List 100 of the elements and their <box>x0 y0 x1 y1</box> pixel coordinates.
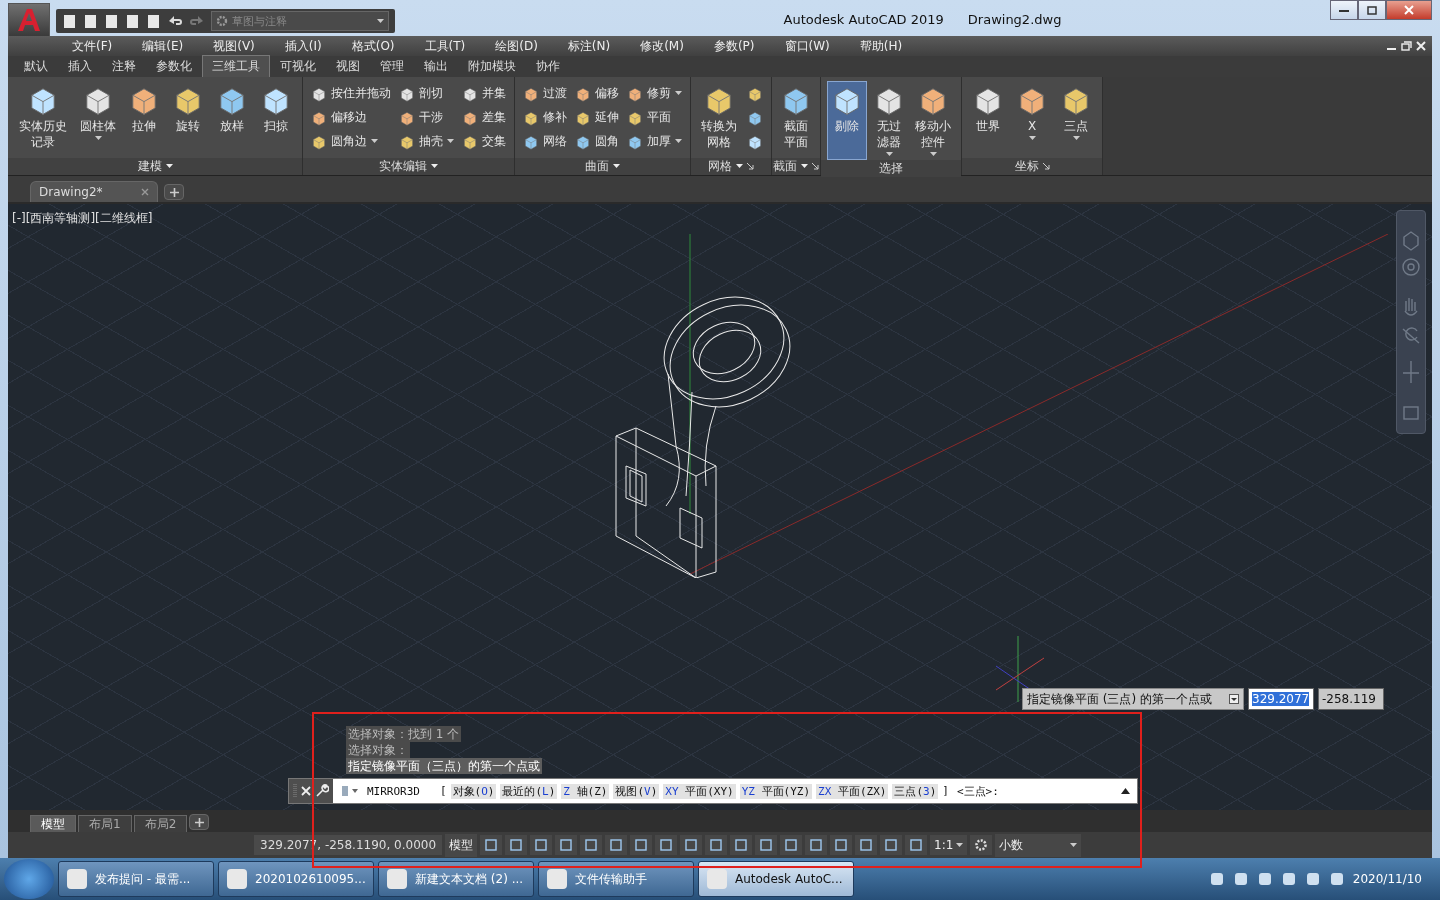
ribbon-small-button[interactable]: 交集 <box>460 131 508 152</box>
command-option[interactable]: XY 平面(XY) <box>663 783 736 799</box>
taskbar-button[interactable]: 文件传输助手 <box>538 861 694 897</box>
taskbar-button[interactable]: 新建文本文档 (2) ... <box>378 861 534 897</box>
command-option[interactable]: 三点(3) <box>892 783 939 799</box>
start-button[interactable] <box>4 859 54 899</box>
ribbon-tab[interactable]: 参数化 <box>146 55 202 77</box>
command-option[interactable]: ZX 平面(ZX) <box>816 783 889 799</box>
units-dropdown[interactable]: 小数 <box>995 833 1082 857</box>
ribbon-small-button[interactable]: 剖切 <box>397 83 456 104</box>
new-layout-button[interactable] <box>189 814 210 830</box>
ribbon-small-button[interactable]: 偏移 <box>573 83 621 104</box>
tray-icon[interactable] <box>1208 871 1225 887</box>
tray-icon[interactable] <box>1232 871 1249 887</box>
menu-item[interactable]: 格式(O) <box>341 37 405 55</box>
ribbon-button[interactable]: 扫掠 <box>256 81 296 158</box>
ribbon-button[interactable]: 转换为网格 <box>697 81 741 158</box>
ribbon-tab[interactable]: 三维工具 <box>202 55 270 77</box>
ribbon-button[interactable]: 三点 <box>1056 81 1096 158</box>
command-option[interactable]: 最近的(L) <box>500 783 558 799</box>
settings-button[interactable] <box>315 784 329 798</box>
ribbon-button[interactable]: 截面平面 <box>778 81 814 158</box>
x-coordinate-field[interactable]: 329.2077 <box>1248 688 1314 710</box>
document-tab[interactable]: Drawing2* <box>30 181 158 202</box>
restore-icon[interactable] <box>1401 41 1412 51</box>
redo-icon[interactable] <box>189 14 205 28</box>
menu-item[interactable]: 绘图(D) <box>485 37 548 55</box>
layout-tab[interactable]: 布局2 <box>133 815 188 832</box>
ribbon-button[interactable]: 移动小控件 <box>911 81 955 160</box>
menu-item[interactable]: 参数(P) <box>703 37 765 55</box>
tray-icon[interactable] <box>1280 871 1297 887</box>
taskbar-button[interactable]: 2020102610095... <box>218 861 374 897</box>
ribbon-tab[interactable]: 视图 <box>326 55 370 77</box>
new-tab-button[interactable] <box>164 184 184 200</box>
document-icon[interactable] <box>83 13 98 29</box>
layout-tab[interactable]: 模型 <box>30 815 76 832</box>
menu-item[interactable]: 插入(I) <box>274 37 332 55</box>
menu-item[interactable]: 工具(T) <box>414 37 476 55</box>
drawing-viewport[interactable]: [-][西南等轴测][二维线框] 指定镜像平面 (三点) 的第一个点或 329.2077 -258.119 选择对象：找到 1 个 选择对象： 指定镜像平面（三点）的第一个点或 MIRROR3D [ 对象(O) 最近的(L) Z 轴(Z) 视图(V) XY 平面(XY) YZ 平面(YZ) ZX 平面(ZX) 三点(3) ] <三点>: <box>8 204 1432 810</box>
ribbon-tab[interactable]: 输出 <box>414 55 458 77</box>
document-icon[interactable] <box>62 13 77 29</box>
ribbon-small-button[interactable]: 平面 <box>625 107 684 128</box>
undo-icon[interactable] <box>167 14 183 28</box>
launcher-arrow-icon[interactable] <box>1042 163 1050 170</box>
command-option[interactable]: YZ 平面(YZ) <box>739 783 813 799</box>
ribbon-button[interactable]: 实体历史记录 <box>14 81 72 158</box>
model-space-button[interactable]: 模型 <box>445 833 478 857</box>
document-icon[interactable] <box>146 13 161 29</box>
ribbon-button[interactable]: 放样 <box>212 81 252 158</box>
menu-item[interactable]: 标注(N) <box>557 37 621 55</box>
menu-item[interactable]: 帮助(H) <box>849 37 913 55</box>
ribbon-small-button[interactable]: 延伸 <box>573 107 621 128</box>
ribbon-small-button[interactable]: 按住并拖动 <box>309 83 393 104</box>
ribbon-tab[interactable]: 插入 <box>58 55 102 77</box>
caret-up-icon[interactable] <box>1121 787 1131 795</box>
ribbon-tab[interactable]: 默认 <box>14 55 58 77</box>
application-menu-button[interactable] <box>8 3 50 37</box>
settings-button[interactable] <box>970 835 993 855</box>
ribbon-small-button[interactable]: 修补 <box>521 107 569 128</box>
ribbon-tab[interactable]: 注释 <box>102 55 146 77</box>
ribbon-small-button[interactable]: 抽壳 <box>397 131 456 152</box>
launcher-arrow-icon[interactable] <box>812 163 819 170</box>
menu-item[interactable]: 编辑(E) <box>132 37 194 55</box>
ribbon-small-button[interactable]: 圆角 <box>573 131 621 152</box>
ribbon-button[interactable]: X <box>1012 81 1052 158</box>
ribbon-small-button[interactable]: 干涉 <box>397 107 456 128</box>
ribbon-tab[interactable]: 可视化 <box>270 55 326 77</box>
panel-title[interactable]: 网格 <box>708 158 732 175</box>
ribbon-tab[interactable]: 协作 <box>526 55 570 77</box>
ribbon-small-button[interactable]: 网络 <box>521 131 569 152</box>
close-button[interactable] <box>1386 0 1432 20</box>
panel-title[interactable]: 实体编辑 <box>379 158 427 175</box>
menu-item[interactable]: 窗口(W) <box>774 37 840 55</box>
panel-title[interactable]: 建模 <box>137 158 162 175</box>
ribbon-tab[interactable]: 附加模块 <box>458 55 526 77</box>
maximize-button[interactable] <box>1358 0 1386 20</box>
ribbon-small-button[interactable]: 差集 <box>460 107 508 128</box>
ribbon-button[interactable]: 旋转 <box>168 81 208 158</box>
panel-title[interactable]: 坐标 <box>1014 158 1039 175</box>
menu-item[interactable]: 文件(F) <box>62 37 123 55</box>
ribbon-small-button[interactable]: 并集 <box>460 83 508 104</box>
ribbon-small-button[interactable]: 过渡 <box>521 83 569 104</box>
command-option[interactable]: 视图(V) <box>613 783 660 799</box>
tray-icon[interactable] <box>1328 871 1345 887</box>
command-icon[interactable] <box>341 785 359 797</box>
taskbar-button[interactable]: 发布提问 - 最需... <box>58 861 214 897</box>
ribbon-tab[interactable]: 管理 <box>370 55 414 77</box>
panel-title[interactable]: 选择 <box>879 160 903 177</box>
menu-item[interactable]: 修改(M) <box>630 37 694 55</box>
menu-item[interactable]: 视图(V) <box>203 37 265 55</box>
ribbon-button[interactable]: 圆柱体 <box>76 81 120 158</box>
command-option[interactable]: 对象(O) <box>450 783 497 799</box>
y-coordinate-field[interactable]: -258.119 <box>1318 688 1384 710</box>
panel-title[interactable]: 截面 <box>773 158 797 175</box>
ribbon-small-button[interactable]: 圆角边 <box>309 131 393 152</box>
ribbon-button[interactable]: 剔除 <box>827 81 867 160</box>
command-option[interactable]: Z 轴(Z) <box>561 783 610 799</box>
minimize-button[interactable] <box>1330 0 1358 20</box>
document-icon[interactable] <box>104 13 119 29</box>
ribbon-button[interactable]: 无过滤器 <box>871 81 907 160</box>
